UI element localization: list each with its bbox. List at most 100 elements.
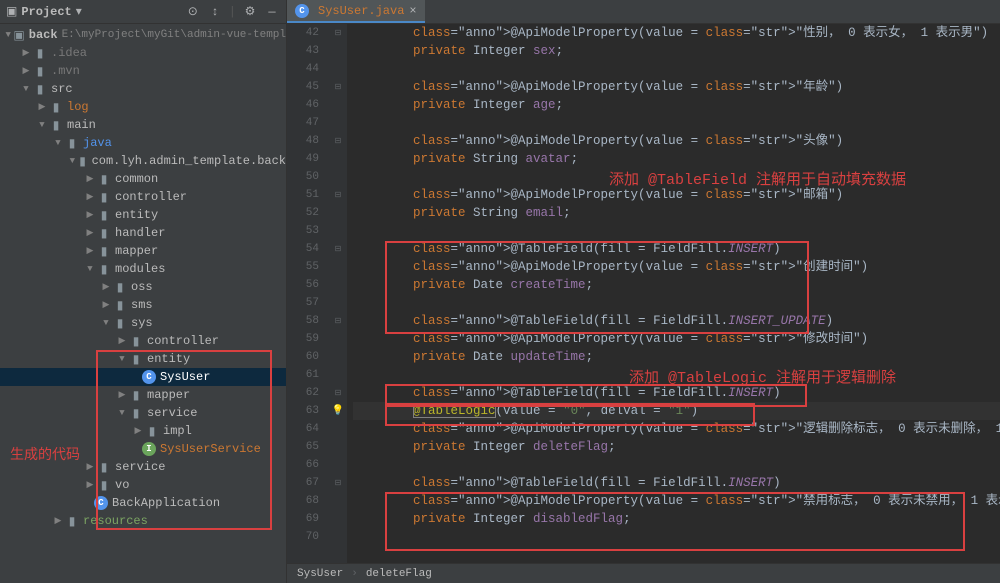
- code-line[interactable]: class="anno">@ApiModelProperty(value = c…: [353, 330, 1000, 348]
- code-line[interactable]: class="anno">@ApiModelProperty(value = c…: [353, 258, 1000, 276]
- expand-arrow-icon[interactable]: ▶: [36, 101, 48, 113]
- expand-arrow-icon[interactable]: ▼: [4, 29, 12, 41]
- gutter-icon[interactable]: [329, 348, 347, 366]
- tree-item-sysuser[interactable]: C SysUser: [0, 368, 286, 386]
- tree-item-sys-controller[interactable]: ▶ ▮ controller: [0, 332, 286, 350]
- code-line[interactable]: [353, 168, 1000, 186]
- gutter-icon[interactable]: [329, 420, 347, 438]
- tree-item-controller[interactable]: ▶ ▮ controller: [0, 188, 286, 206]
- code-line[interactable]: class="anno">@ApiModelProperty(value = c…: [353, 186, 1000, 204]
- close-icon[interactable]: ×: [409, 4, 416, 18]
- gutter-icon[interactable]: [329, 528, 347, 546]
- tree-item-modules[interactable]: ▼ ▮ modules: [0, 260, 286, 278]
- tree-item-src[interactable]: ▼ ▮ src: [0, 80, 286, 98]
- expand-arrow-icon[interactable]: ▶: [20, 65, 32, 77]
- code-line[interactable]: class="anno">@TableField(fill = FieldFil…: [353, 312, 1000, 330]
- scroll-to-source-icon[interactable]: ⊙: [185, 4, 201, 20]
- gutter-icon[interactable]: [329, 168, 347, 186]
- sidebar-title-group[interactable]: ▣ Project ▾: [6, 4, 181, 19]
- gutter-icon[interactable]: [329, 42, 347, 60]
- tree-item-sys[interactable]: ▼ ▮ sys: [0, 314, 286, 332]
- tree-item-oss[interactable]: ▶ ▮ oss: [0, 278, 286, 296]
- tree-item-service[interactable]: ▼ ▮ service: [0, 404, 286, 422]
- expand-arrow-icon[interactable]: ▼: [100, 317, 112, 329]
- tree-item-sysuserservice[interactable]: I SysUserService: [0, 440, 286, 458]
- expand-arrow-icon[interactable]: ▶: [116, 389, 128, 401]
- project-tree[interactable]: ▼ ▣ back E:\myProject\myGit\admin-vue-te…: [0, 24, 286, 583]
- tree-item-sys-mapper[interactable]: ▶ ▮ mapper: [0, 386, 286, 404]
- gutter-icon[interactable]: [329, 438, 347, 456]
- code-line[interactable]: class="anno">@ApiModelProperty(value = c…: [353, 132, 1000, 150]
- gutter-icon[interactable]: [329, 114, 347, 132]
- gutter-icon[interactable]: ⊟: [329, 312, 347, 330]
- expand-arrow-icon[interactable]: ▼: [84, 263, 96, 275]
- tree-item-vo[interactable]: ▶ ▮ vo: [0, 476, 286, 494]
- tree-item-log[interactable]: ▶ ▮ log: [0, 98, 286, 116]
- expand-arrow-icon[interactable]: ▶: [84, 227, 96, 239]
- expand-arrow-icon[interactable]: ▶: [84, 461, 96, 473]
- gutter-icon[interactable]: 💡: [329, 402, 347, 420]
- tree-item-common[interactable]: ▶ ▮ common: [0, 170, 286, 188]
- code-line[interactable]: private Integer sex;: [353, 42, 1000, 60]
- tree-item-java[interactable]: ▼ ▮ java: [0, 134, 286, 152]
- code-line[interactable]: private Integer disabledFlag;: [353, 510, 1000, 528]
- code-line[interactable]: class="anno">@ApiModelProperty(value = c…: [353, 420, 1000, 438]
- code-line[interactable]: private Date createTime;: [353, 276, 1000, 294]
- minimize-icon[interactable]: —: [264, 4, 280, 20]
- code-line[interactable]: class="anno">@ApiModelProperty(value = c…: [353, 78, 1000, 96]
- code-line[interactable]: private Integer age;: [353, 96, 1000, 114]
- expand-arrow-icon[interactable]: ▶: [84, 173, 96, 185]
- expand-arrow-icon[interactable]: ▶: [84, 245, 96, 257]
- gutter-icon[interactable]: ⊟: [329, 384, 347, 402]
- code-line[interactable]: private Date updateTime;: [353, 348, 1000, 366]
- tree-item-service2[interactable]: ▶ ▮ service: [0, 458, 286, 476]
- gutter-icon[interactable]: [329, 510, 347, 528]
- code-content[interactable]: class="anno">@ApiModelProperty(value = c…: [347, 24, 1000, 563]
- tree-item-mvn[interactable]: ▶ ▮ .mvn: [0, 62, 286, 80]
- code-line[interactable]: private Integer deleteFlag;: [353, 438, 1000, 456]
- expand-arrow-icon[interactable]: ▶: [100, 299, 112, 311]
- expand-arrow-icon[interactable]: ▼: [36, 119, 48, 131]
- code-line[interactable]: class="anno">@ApiModelProperty(value = c…: [353, 24, 1000, 42]
- code-line[interactable]: [353, 60, 1000, 78]
- gutter-icon[interactable]: [329, 204, 347, 222]
- code-line[interactable]: [353, 366, 1000, 384]
- tree-item-main[interactable]: ▼ ▮ main: [0, 116, 286, 134]
- gutter-icon[interactable]: [329, 330, 347, 348]
- gutter-icon[interactable]: [329, 366, 347, 384]
- tab-sysuser[interactable]: C SysUser.java ×: [287, 0, 425, 23]
- gutter-icon[interactable]: [329, 276, 347, 294]
- code-line[interactable]: class="anno">@ApiModelProperty(value = c…: [353, 492, 1000, 510]
- code-line[interactable]: [353, 114, 1000, 132]
- gear-icon[interactable]: ⚙: [242, 4, 258, 20]
- tree-root[interactable]: ▼ ▣ back E:\myProject\myGit\admin-vue-te…: [0, 26, 286, 44]
- breadcrumb-field[interactable]: deleteFlag: [366, 568, 432, 580]
- tree-item-sys-entity[interactable]: ▼ ▮ entity: [0, 350, 286, 368]
- expand-arrow-icon[interactable]: ▶: [84, 479, 96, 491]
- expand-arrow-icon[interactable]: ▶: [84, 191, 96, 203]
- tree-item-package[interactable]: ▼ ▮ com.lyh.admin_template.back: [0, 152, 286, 170]
- tree-item-idea[interactable]: ▶ ▮ .idea: [0, 44, 286, 62]
- expand-arrow-icon[interactable]: ▼: [116, 353, 128, 365]
- gutter-icon[interactable]: [329, 294, 347, 312]
- gutter-icon[interactable]: [329, 258, 347, 276]
- tree-item-sms[interactable]: ▶ ▮ sms: [0, 296, 286, 314]
- code-line[interactable]: private String email;: [353, 204, 1000, 222]
- code-line[interactable]: class="anno">@TableField(fill = FieldFil…: [353, 384, 1000, 402]
- expand-arrow-icon[interactable]: ▶: [100, 281, 112, 293]
- gutter-icon[interactable]: [329, 222, 347, 240]
- tree-item-backapp[interactable]: C BackApplication: [0, 494, 286, 512]
- dropdown-icon[interactable]: ▾: [76, 4, 82, 19]
- code-line[interactable]: [353, 528, 1000, 546]
- breadcrumb-class[interactable]: SysUser: [297, 568, 343, 580]
- code-line[interactable]: class="anno">@TableField(fill = FieldFil…: [353, 240, 1000, 258]
- expand-arrow-icon[interactable]: ▶: [84, 209, 96, 221]
- code-line[interactable]: private String avatar;: [353, 150, 1000, 168]
- expand-arrow-icon[interactable]: ▼: [116, 407, 128, 419]
- expand-arrow-icon[interactable]: ▶: [116, 335, 128, 347]
- tree-item-entity[interactable]: ▶ ▮ entity: [0, 206, 286, 224]
- expand-arrow-icon[interactable]: ▼: [52, 137, 64, 149]
- expand-arrow-icon[interactable]: ▼: [20, 83, 32, 95]
- gutter-icon[interactable]: [329, 456, 347, 474]
- code-line[interactable]: @TableLogic(value = "0", delval = "1"): [353, 402, 1000, 420]
